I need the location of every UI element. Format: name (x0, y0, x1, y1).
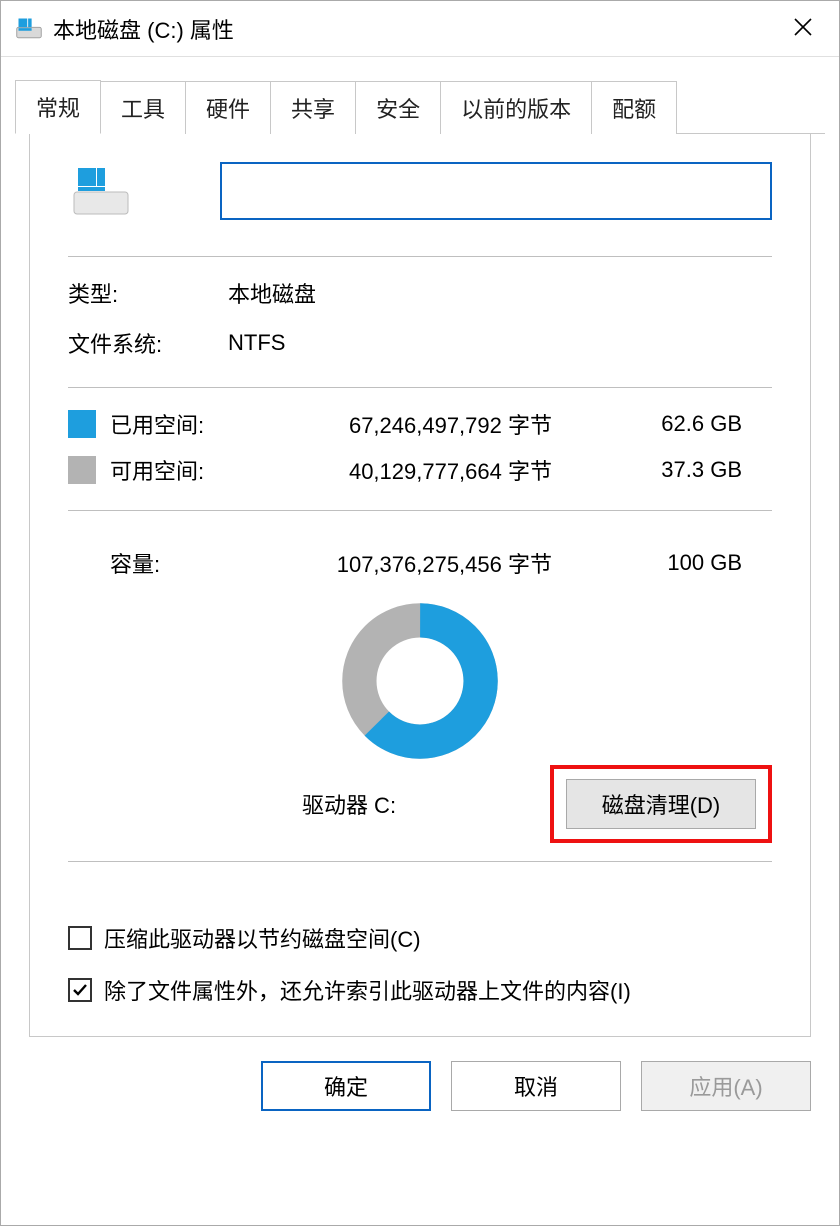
tab-tools[interactable]: 工具 (100, 81, 186, 134)
drive-row: 驱动器 C: 磁盘清理(D) (68, 765, 772, 843)
filesystem-label: 文件系统: (68, 327, 228, 359)
compress-checkbox[interactable] (68, 926, 92, 950)
close-button[interactable] (781, 13, 825, 44)
titlebar: 本地磁盘 (C:) 属性 (1, 1, 839, 57)
disk-cleanup-button[interactable]: 磁盘清理(D) (566, 779, 756, 829)
type-value: 本地磁盘 (228, 277, 316, 309)
index-checkbox[interactable] (68, 978, 92, 1002)
index-checkbox-row: 除了文件属性外，还允许索引此驱动器上文件的内容(I) (68, 974, 772, 1006)
disk-cleanup-highlight: 磁盘清理(D) (550, 765, 772, 843)
drive-name-input[interactable] (220, 162, 772, 220)
tab-quota[interactable]: 配额 (591, 81, 677, 134)
cancel-button[interactable]: 取消 (451, 1061, 621, 1111)
used-gb: 62.6 GB (552, 411, 772, 437)
capacity-bytes: 107,376,275,456 字节 (210, 547, 552, 579)
apply-button[interactable]: 应用(A) (641, 1061, 811, 1111)
capacity-label: 容量: (110, 547, 210, 579)
dialog-footer: 确定 取消 应用(A) (1, 1037, 839, 1135)
used-label: 已用空间: (110, 408, 252, 440)
tab-sharing[interactable]: 共享 (270, 81, 356, 134)
capacity-gb: 100 GB (552, 550, 772, 576)
separator (68, 256, 772, 257)
capacity-row: 容量: 107,376,275,456 字节 100 GB (68, 547, 772, 579)
separator (68, 861, 772, 862)
filesystem-value: NTFS (228, 330, 285, 356)
separator (68, 387, 772, 388)
drive-label: 驱动器 C: (68, 788, 550, 820)
tab-previous-versions[interactable]: 以前的版本 (440, 81, 592, 134)
free-swatch (68, 456, 96, 484)
window-title: 本地磁盘 (C:) 属性 (53, 13, 781, 45)
used-bytes: 67,246,497,792 字节 (252, 408, 552, 440)
drive-name-row (68, 162, 772, 220)
usage-chart (68, 601, 772, 761)
compress-checkbox-row: 压缩此驱动器以节约磁盘空间(C) (68, 922, 772, 954)
properties-window: 本地磁盘 (C:) 属性 常规 工具 硬件 共享 安全 以前的版本 配额 类型: (0, 0, 840, 1226)
tabs-container: 常规 工具 硬件 共享 安全 以前的版本 配额 类型: 本地磁盘 文件系统: (1, 57, 839, 1037)
free-gb: 37.3 GB (552, 457, 772, 483)
used-swatch (68, 410, 96, 438)
tab-content: 类型: 本地磁盘 文件系统: NTFS 已用空间: 67,246,497,792… (29, 134, 811, 1037)
tab-general[interactable]: 常规 (15, 80, 101, 134)
index-label: 除了文件属性外，还允许索引此驱动器上文件的内容(I) (104, 974, 631, 1006)
ok-button[interactable]: 确定 (261, 1061, 431, 1111)
drive-large-icon (72, 162, 130, 220)
compress-label: 压缩此驱动器以节约磁盘空间(C) (104, 922, 421, 954)
used-space-row: 已用空间: 67,246,497,792 字节 62.6 GB (68, 408, 772, 440)
donut-chart (340, 601, 500, 761)
free-space-row: 可用空间: 40,129,777,664 字节 37.3 GB (68, 454, 772, 486)
filesystem-row: 文件系统: NTFS (68, 327, 772, 359)
tab-hardware[interactable]: 硬件 (185, 81, 271, 134)
tab-security[interactable]: 安全 (355, 81, 441, 134)
tabs: 常规 工具 硬件 共享 安全 以前的版本 配额 (15, 79, 825, 134)
type-row: 类型: 本地磁盘 (68, 277, 772, 309)
drive-icon (15, 15, 43, 43)
type-label: 类型: (68, 277, 228, 309)
separator (68, 510, 772, 511)
free-label: 可用空间: (110, 454, 252, 486)
free-bytes: 40,129,777,664 字节 (252, 454, 552, 486)
